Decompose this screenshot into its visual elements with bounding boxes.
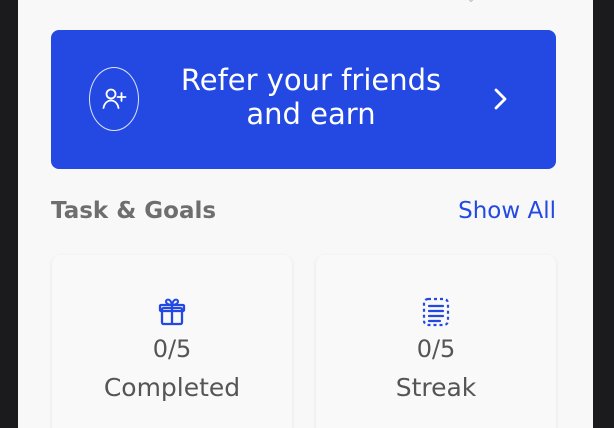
top-edge-icon: ⌄: [466, 0, 482, 4]
refer-friends-banner[interactable]: Refer your friends and earn: [51, 30, 556, 169]
tasks-section-header: Task & Goals Show All: [51, 194, 556, 228]
streak-count: 0/5: [416, 335, 456, 363]
streak-task-card[interactable]: 0/5 Streak: [316, 255, 556, 428]
refer-banner-title-line-1: Refer your friends: [180, 63, 442, 97]
app-screen: ⌄ Refer your friends and earn Task & Goa…: [18, 0, 593, 428]
refer-banner-title: Refer your friends and earn: [161, 63, 461, 131]
completed-count: 0/5: [152, 335, 192, 363]
gift-icon: [155, 295, 189, 329]
completed-label: Completed: [103, 373, 241, 402]
section-title: Task & Goals: [51, 198, 217, 224]
show-all-link[interactable]: Show All: [458, 194, 556, 228]
add-user-icon: [89, 67, 139, 131]
chevron-right-icon: [491, 81, 511, 117]
streak-label: Streak: [395, 373, 477, 402]
notes-icon: [419, 295, 453, 329]
completed-task-card[interactable]: 0/5 Completed: [52, 255, 292, 428]
refer-banner-title-line-2: and earn: [246, 97, 376, 131]
